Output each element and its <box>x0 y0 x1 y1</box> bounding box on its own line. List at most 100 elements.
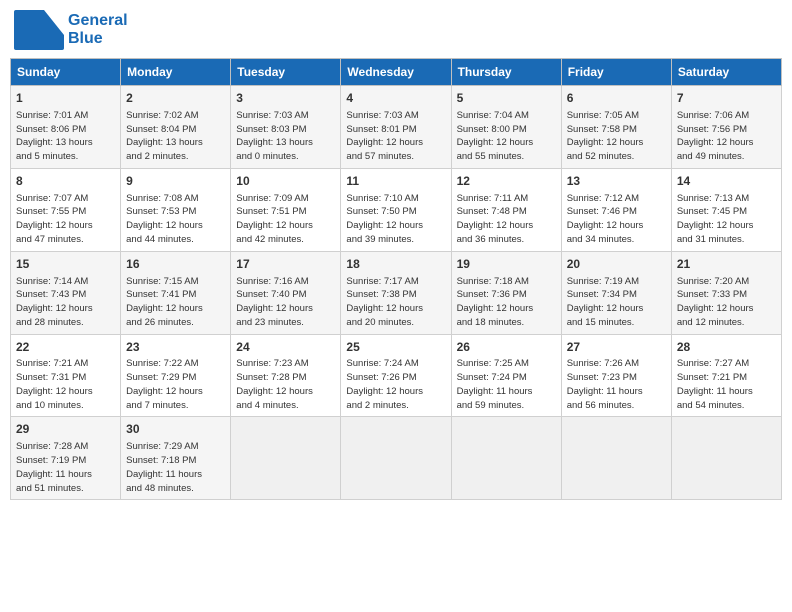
day-number: 18 <box>346 256 445 273</box>
calendar-cell: 19 Sunrise: 7:18 AM Sunset: 7:36 PM Dayli… <box>451 251 561 334</box>
day-detail: Sunrise: 7:29 AM Sunset: 7:18 PM Dayligh… <box>126 440 225 495</box>
day-number: 15 <box>16 256 115 273</box>
day-number: 30 <box>126 421 225 438</box>
calendar-cell: 20 Sunrise: 7:19 AM Sunset: 7:34 PM Dayli… <box>561 251 671 334</box>
day-number: 29 <box>16 421 115 438</box>
calendar-cell: 24Sunrise: 7:23 AM Sunset: 7:28 PM Dayli… <box>231 334 341 417</box>
day-detail: Sunrise: 7:04 AM Sunset: 8:00 PM Dayligh… <box>457 109 556 164</box>
day-detail: Sunrise: 7:25 AM Sunset: 7:24 PM Dayligh… <box>457 357 556 412</box>
calendar-cell <box>671 417 781 500</box>
calendar-cell: 17 Sunrise: 7:16 AM Sunset: 7:40 PM Dayli… <box>231 251 341 334</box>
day-detail: Sunrise: 7:03 AM Sunset: 8:01 PM Dayligh… <box>346 109 445 164</box>
day-number: 7 <box>677 90 776 107</box>
calendar-cell: 12 Sunrise: 7:11 AM Sunset: 7:48 PM Dayli… <box>451 168 561 251</box>
day-detail: Sunrise: 7:24 AM Sunset: 7:26 PM Dayligh… <box>346 357 445 412</box>
logo-blue: Blue <box>68 30 128 48</box>
calendar-cell: 21 Sunrise: 7:20 AM Sunset: 7:33 PM Dayli… <box>671 251 781 334</box>
calendar-cell: 5 Sunrise: 7:04 AM Sunset: 8:00 PM Daylig… <box>451 86 561 169</box>
day-detail: Sunrise: 7:19 AM Sunset: 7:34 PM Dayligh… <box>567 275 666 330</box>
day-detail: Sunrise: 7:22 AM Sunset: 7:29 PM Dayligh… <box>126 357 225 412</box>
day-detail: Sunrise: 7:13 AM Sunset: 7:45 PM Dayligh… <box>677 192 776 247</box>
day-number: 26 <box>457 339 556 356</box>
calendar-cell: 14 Sunrise: 7:13 AM Sunset: 7:45 PM Dayli… <box>671 168 781 251</box>
day-detail: Sunrise: 7:20 AM Sunset: 7:33 PM Dayligh… <box>677 275 776 330</box>
calendar-cell <box>231 417 341 500</box>
day-detail: Sunrise: 7:16 AM Sunset: 7:40 PM Dayligh… <box>236 275 335 330</box>
day-detail: Sunrise: 7:06 AM Sunset: 7:56 PM Dayligh… <box>677 109 776 164</box>
day-detail: Sunrise: 7:09 AM Sunset: 7:51 PM Dayligh… <box>236 192 335 247</box>
calendar-cell: 7 Sunrise: 7:06 AM Sunset: 7:56 PM Daylig… <box>671 86 781 169</box>
day-detail: Sunrise: 7:14 AM Sunset: 7:43 PM Dayligh… <box>16 275 115 330</box>
day-number: 6 <box>567 90 666 107</box>
logo-icon <box>14 10 64 50</box>
weekday-header-friday: Friday <box>561 59 671 86</box>
page-header: GeneralBlue <box>10 10 782 50</box>
day-detail: Sunrise: 7:11 AM Sunset: 7:48 PM Dayligh… <box>457 192 556 247</box>
day-number: 17 <box>236 256 335 273</box>
calendar-cell: 26Sunrise: 7:25 AM Sunset: 7:24 PM Dayli… <box>451 334 561 417</box>
weekday-header-tuesday: Tuesday <box>231 59 341 86</box>
logo: GeneralBlue <box>14 10 128 50</box>
day-detail: Sunrise: 7:12 AM Sunset: 7:46 PM Dayligh… <box>567 192 666 247</box>
day-number: 13 <box>567 173 666 190</box>
day-detail: Sunrise: 7:01 AM Sunset: 8:06 PM Dayligh… <box>16 109 115 164</box>
day-number: 22 <box>16 339 115 356</box>
day-detail: Sunrise: 7:03 AM Sunset: 8:03 PM Dayligh… <box>236 109 335 164</box>
logo-general: General <box>68 12 128 30</box>
day-number: 27 <box>567 339 666 356</box>
day-detail: Sunrise: 7:17 AM Sunset: 7:38 PM Dayligh… <box>346 275 445 330</box>
calendar-table: SundayMondayTuesdayWednesdayThursdayFrid… <box>10 58 782 500</box>
day-detail: Sunrise: 7:15 AM Sunset: 7:41 PM Dayligh… <box>126 275 225 330</box>
calendar-cell: 8 Sunrise: 7:07 AM Sunset: 7:55 PM Daylig… <box>11 168 121 251</box>
day-number: 12 <box>457 173 556 190</box>
calendar-cell <box>341 417 451 500</box>
day-detail: Sunrise: 7:07 AM Sunset: 7:55 PM Dayligh… <box>16 192 115 247</box>
calendar-cell: 30 Sunrise: 7:29 AM Sunset: 7:18 PM Dayli… <box>121 417 231 500</box>
calendar-cell: 23Sunrise: 7:22 AM Sunset: 7:29 PM Dayli… <box>121 334 231 417</box>
day-number: 11 <box>346 173 445 190</box>
calendar-cell: 11Sunrise: 7:10 AM Sunset: 7:50 PM Dayli… <box>341 168 451 251</box>
day-number: 14 <box>677 173 776 190</box>
calendar-cell: 10Sunrise: 7:09 AM Sunset: 7:51 PM Dayli… <box>231 168 341 251</box>
calendar-cell <box>561 417 671 500</box>
day-detail: Sunrise: 7:26 AM Sunset: 7:23 PM Dayligh… <box>567 357 666 412</box>
weekday-header-row: SundayMondayTuesdayWednesdayThursdayFrid… <box>11 59 782 86</box>
calendar-cell: 18 Sunrise: 7:17 AM Sunset: 7:38 PM Dayli… <box>341 251 451 334</box>
calendar-cell: 6Sunrise: 7:05 AM Sunset: 7:58 PM Daylig… <box>561 86 671 169</box>
weekday-header-monday: Monday <box>121 59 231 86</box>
day-number: 5 <box>457 90 556 107</box>
day-detail: Sunrise: 7:27 AM Sunset: 7:21 PM Dayligh… <box>677 357 776 412</box>
calendar-cell: 13 Sunrise: 7:12 AM Sunset: 7:46 PM Dayli… <box>561 168 671 251</box>
day-detail: Sunrise: 7:18 AM Sunset: 7:36 PM Dayligh… <box>457 275 556 330</box>
day-number: 19 <box>457 256 556 273</box>
day-detail: Sunrise: 7:28 AM Sunset: 7:19 PM Dayligh… <box>16 440 115 495</box>
weekday-header-wednesday: Wednesday <box>341 59 451 86</box>
calendar-cell: 2Sunrise: 7:02 AM Sunset: 8:04 PM Daylig… <box>121 86 231 169</box>
day-detail: Sunrise: 7:02 AM Sunset: 8:04 PM Dayligh… <box>126 109 225 164</box>
weekday-header-saturday: Saturday <box>671 59 781 86</box>
calendar-cell: 22Sunrise: 7:21 AM Sunset: 7:31 PM Dayli… <box>11 334 121 417</box>
day-number: 28 <box>677 339 776 356</box>
calendar-cell: 27Sunrise: 7:26 AM Sunset: 7:23 PM Dayli… <box>561 334 671 417</box>
calendar-cell <box>451 417 561 500</box>
day-detail: Sunrise: 7:21 AM Sunset: 7:31 PM Dayligh… <box>16 357 115 412</box>
calendar-cell: 3 Sunrise: 7:03 AM Sunset: 8:03 PM Daylig… <box>231 86 341 169</box>
day-number: 1 <box>16 90 115 107</box>
calendar-cell: 1 Sunrise: 7:01 AM Sunset: 8:06 PM Daylig… <box>11 86 121 169</box>
day-number: 4 <box>346 90 445 107</box>
calendar-cell: 4 Sunrise: 7:03 AM Sunset: 8:01 PM Daylig… <box>341 86 451 169</box>
day-detail: Sunrise: 7:08 AM Sunset: 7:53 PM Dayligh… <box>126 192 225 247</box>
day-number: 24 <box>236 339 335 356</box>
calendar-cell: 25Sunrise: 7:24 AM Sunset: 7:26 PM Dayli… <box>341 334 451 417</box>
day-number: 8 <box>16 173 115 190</box>
day-number: 20 <box>567 256 666 273</box>
day-number: 25 <box>346 339 445 356</box>
day-number: 3 <box>236 90 335 107</box>
day-number: 23 <box>126 339 225 356</box>
weekday-header-sunday: Sunday <box>11 59 121 86</box>
day-number: 9 <box>126 173 225 190</box>
calendar-cell: 16 Sunrise: 7:15 AM Sunset: 7:41 PM Dayli… <box>121 251 231 334</box>
day-number: 21 <box>677 256 776 273</box>
day-number: 16 <box>126 256 225 273</box>
calendar-cell: 15 Sunrise: 7:14 AM Sunset: 7:43 PM Dayli… <box>11 251 121 334</box>
